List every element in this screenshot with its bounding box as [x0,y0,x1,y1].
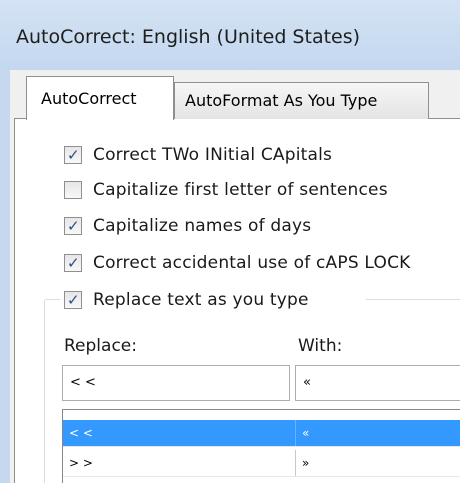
option-label: Capitalize names of days [93,216,312,236]
list-item[interactable]: < < « [63,420,460,446]
checkbox[interactable]: ✓ [64,291,82,309]
window-title: AutoCorrect: English (United States) [16,26,361,48]
with-input[interactable]: « [295,365,460,401]
checkbox[interactable] [64,181,82,199]
tab-autocorrect-label: AutoCorrect [41,89,137,108]
tab-autoformat-label: AutoFormat As You Type [185,91,378,110]
option-label: Capitalize first letter of sentences [93,180,388,200]
checkmark-icon: ✓ [67,217,80,235]
tab-autoformat-as-you-type[interactable]: AutoFormat As You Type [174,82,429,119]
replace-cell: > > [69,456,93,470]
option-label: Replace text as you type [93,290,309,310]
row-separator [63,446,460,447]
option-label: Correct TWo INitial CApitals [93,145,333,165]
autocorrect-dialog: AutoCorrect: English (United States) Aut… [0,0,460,483]
checkbox[interactable]: ✓ [64,217,82,235]
checkmark-icon: ✓ [67,146,80,164]
tab-autocorrect[interactable]: AutoCorrect [26,76,174,120]
option-label: Correct accidental use of cAPS LOCK [93,253,411,273]
checkbox[interactable]: ✓ [64,254,82,272]
option-capitalize-names-of-days[interactable]: ✓ Capitalize names of days [64,214,311,238]
window-frame [0,70,10,483]
replace-input[interactable]: < < [62,365,290,401]
replace-label: Replace: [64,336,137,356]
checkmark-icon: ✓ [67,291,80,309]
option-capitalize-first-letter[interactable]: Capitalize first letter of sentences [64,178,388,202]
row-separator [63,476,460,477]
replace-cell: < < [69,426,93,440]
checkmark-icon: ✓ [67,254,80,272]
with-label: With: [298,336,343,356]
replacement-list[interactable]: < < « > > » [62,409,460,483]
option-correct-caps-lock[interactable]: ✓ Correct accidental use of cAPS LOCK [64,251,411,275]
list-item[interactable]: > > » [63,450,460,476]
option-correct-two-initial-capitals[interactable]: ✓ Correct TWo INitial CApitals [64,143,332,167]
title-bar[interactable]: AutoCorrect: English (United States) [0,0,460,70]
with-cell: » [302,456,310,470]
option-replace-text-as-you-type[interactable]: ✓ Replace text as you type [64,288,309,312]
with-cell: « [302,426,310,440]
checkbox[interactable]: ✓ [64,146,82,164]
